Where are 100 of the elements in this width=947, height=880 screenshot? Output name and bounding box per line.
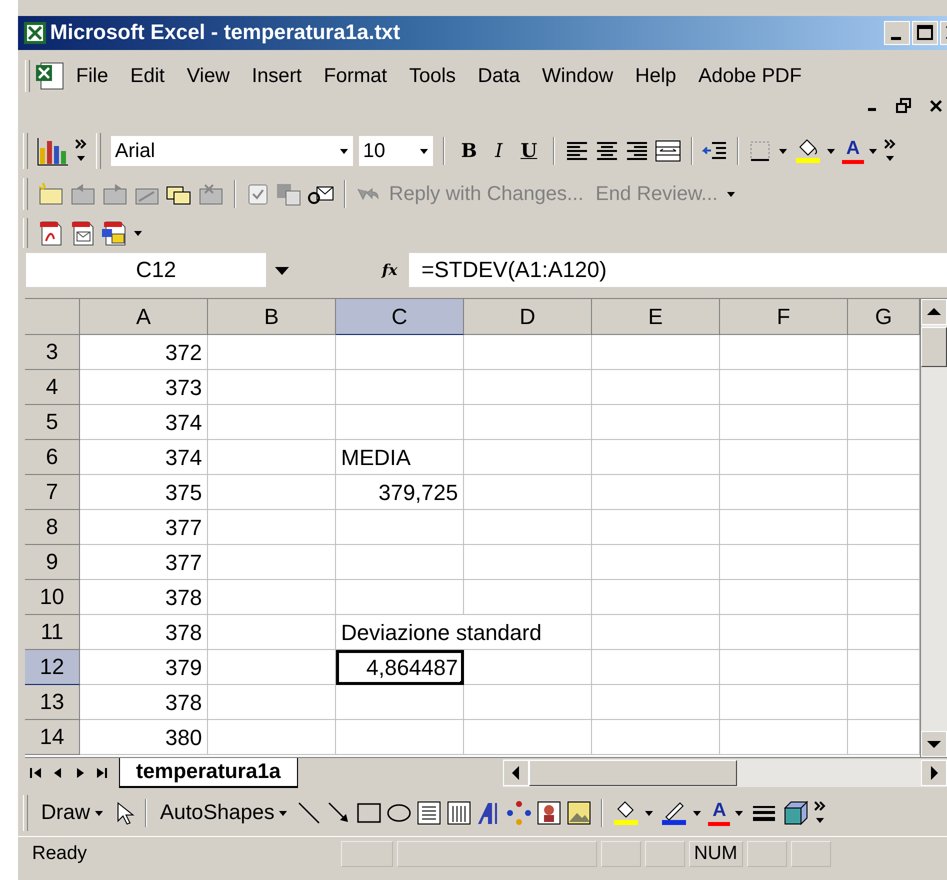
previous-comment-icon[interactable] [69, 181, 97, 207]
scroll-left-icon[interactable] [502, 760, 529, 786]
table-cell[interactable] [208, 475, 336, 510]
table-cell[interactable] [208, 685, 336, 720]
row-header[interactable]: 7 [25, 475, 80, 510]
table-cell[interactable] [848, 475, 920, 510]
table-cell[interactable] [464, 545, 592, 580]
column-header[interactable]: B [208, 299, 336, 335]
table-cell[interactable] [592, 685, 720, 720]
table-cell[interactable] [592, 405, 720, 440]
table-cell[interactable] [848, 335, 920, 370]
font-color-button[interactable]: A [708, 800, 730, 826]
row-header[interactable]: 8 [25, 510, 80, 545]
table-cell[interactable] [208, 440, 336, 475]
table-cell[interactable]: 374 [80, 440, 208, 475]
merge-center-icon[interactable] [654, 138, 682, 164]
dropdown-arrow-icon[interactable] [94, 809, 104, 817]
next-comment-icon[interactable] [101, 181, 129, 207]
table-cell[interactable] [208, 370, 336, 405]
table-cell[interactable] [848, 440, 920, 475]
table-cell[interactable] [848, 510, 920, 545]
table-cell[interactable] [848, 650, 920, 685]
table-cell[interactable] [464, 475, 592, 510]
menu-item[interactable]: View [176, 64, 241, 88]
vertical-text-icon[interactable] [446, 800, 472, 826]
table-cell[interactable] [336, 545, 464, 580]
row-header[interactable]: 10 [25, 580, 80, 615]
table-cell[interactable] [336, 335, 464, 370]
table-cell[interactable]: 379,725 [336, 475, 464, 510]
table-cell[interactable] [208, 720, 336, 755]
column-header[interactable]: A [80, 299, 208, 335]
table-cell[interactable] [464, 335, 592, 370]
image-icon[interactable] [566, 800, 592, 826]
table-cell[interactable] [592, 580, 720, 615]
horizontal-scrollbar[interactable] [502, 759, 947, 787]
column-header[interactable]: F [720, 299, 848, 335]
minimize-icon[interactable] [884, 21, 910, 45]
table-cell[interactable] [848, 685, 920, 720]
table-cell[interactable] [848, 405, 920, 440]
table-cell[interactable] [720, 440, 848, 475]
menu-item[interactable]: Tools [398, 64, 467, 88]
table-cell[interactable] [592, 335, 720, 370]
column-header[interactable]: E [592, 299, 720, 335]
table-cell[interactable] [592, 475, 720, 510]
column-header[interactable]: D [464, 299, 592, 335]
clip-art-icon[interactable] [536, 800, 562, 826]
track-changes-icon[interactable] [275, 181, 303, 207]
table-cell[interactable] [720, 720, 848, 755]
scroll-right-icon[interactable] [921, 760, 947, 786]
table-cell[interactable] [720, 615, 848, 650]
row-header[interactable]: 11 [25, 615, 80, 650]
function-button[interactable]: fx [382, 261, 398, 279]
table-cell[interactable]: 377 [80, 545, 208, 580]
underline-button[interactable]: U [514, 138, 544, 164]
table-cell[interactable] [208, 545, 336, 580]
table-cell[interactable] [336, 685, 464, 720]
autoshapes-menu-button[interactable]: AutoShapes [156, 801, 292, 825]
table-cell[interactable]: 379 [80, 650, 208, 685]
table-cell[interactable] [208, 580, 336, 615]
table-cell[interactable] [336, 580, 464, 615]
scroll-thumb[interactable] [528, 760, 737, 786]
vertical-scrollbar[interactable] [920, 299, 947, 757]
name-box[interactable]: C12 [26, 253, 266, 287]
table-cell[interactable] [464, 440, 592, 475]
menu-item[interactable]: Adobe PDF [687, 64, 813, 88]
table-cell[interactable] [592, 545, 720, 580]
table-cell[interactable] [720, 685, 848, 720]
table-cell[interactable] [336, 720, 464, 755]
3d-box-icon[interactable] [782, 799, 810, 827]
menu-item[interactable]: Data [466, 64, 532, 88]
table-cell[interactable]: 380 [80, 720, 208, 755]
table-cell[interactable] [464, 650, 592, 685]
select-all-corner[interactable] [25, 299, 80, 335]
table-cell[interactable]: 377 [80, 510, 208, 545]
dropdown-arrow-icon[interactable] [868, 146, 880, 156]
menu-item[interactable]: File [65, 64, 120, 88]
table-cell[interactable] [208, 650, 336, 685]
table-cell[interactable] [208, 405, 336, 440]
table-cell[interactable] [336, 405, 464, 440]
row-header[interactable]: 9 [25, 545, 80, 580]
table-cell[interactable] [720, 650, 848, 685]
italic-button[interactable]: I [488, 138, 510, 164]
table-cell[interactable] [464, 720, 592, 755]
table-cell[interactable] [592, 720, 720, 755]
table-cell[interactable]: MEDIA [336, 440, 464, 475]
font-color-button[interactable]: A [842, 138, 864, 164]
table-cell[interactable] [848, 720, 920, 755]
fill-color-icon[interactable] [612, 799, 640, 827]
table-cell[interactable] [720, 475, 848, 510]
menu-item[interactable]: Help [624, 64, 688, 88]
table-cell[interactable]: 375 [80, 475, 208, 510]
scroll-up-icon[interactable] [921, 299, 947, 325]
table-cell[interactable] [720, 405, 848, 440]
table-cell[interactable] [848, 580, 920, 615]
row-header[interactable]: 13 [25, 685, 80, 720]
table-cell[interactable] [848, 370, 920, 405]
bar-chart-icon[interactable] [37, 136, 69, 166]
table-cell[interactable] [592, 370, 720, 405]
workbook-icon[interactable] [35, 61, 65, 91]
table-cell[interactable] [848, 615, 920, 650]
